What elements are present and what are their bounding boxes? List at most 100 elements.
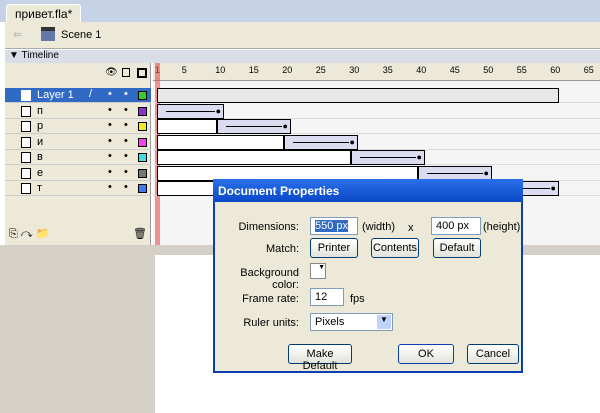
layer-icon: [21, 167, 31, 179]
add-layer-icons[interactable]: ⎘ ↷ 📁: [9, 227, 49, 241]
fps-label: fps: [350, 293, 365, 305]
lock-dot[interactable]: •: [124, 166, 128, 178]
ruler-tick: 65: [583, 65, 594, 75]
work-area-left: [0, 245, 155, 413]
layer-color-swatch[interactable]: [138, 122, 147, 131]
frame-row[interactable]: ●: [153, 150, 600, 165]
layer-name: и: [37, 135, 44, 148]
layer-color-swatch[interactable]: [138, 168, 147, 178]
match-label: Match:: [265, 243, 299, 255]
motion-tween[interactable]: ●: [217, 119, 291, 134]
layer-row[interactable]: в • •: [5, 150, 151, 165]
frame-row[interactable]: [153, 88, 600, 103]
ruler-units-select[interactable]: Pixels ▼: [310, 313, 393, 331]
frame-rate-input[interactable]: 12: [310, 288, 344, 306]
ruler-tick: 35: [382, 65, 393, 75]
timeline-title: Timeline: [21, 50, 59, 61]
static-frames[interactable]: [157, 150, 352, 165]
visibility-dot[interactable]: •: [108, 181, 112, 193]
ruler-tick: 20: [282, 65, 293, 75]
layer-row[interactable]: п • •: [5, 104, 151, 119]
width-input[interactable]: 550 px: [310, 217, 358, 235]
document-tab[interactable]: привет.fla*: [6, 4, 82, 22]
visibility-dot[interactable]: •: [108, 104, 112, 116]
background-color-label: Background color:: [240, 267, 299, 291]
ruler-tick: 30: [349, 65, 360, 75]
ruler-tick: 50: [483, 65, 494, 75]
frame-rate-label: Frame rate:: [242, 293, 299, 305]
layer-row[interactable]: т • •: [5, 181, 151, 196]
cancel-button[interactable]: Cancel: [467, 344, 519, 364]
contents-button[interactable]: Contents: [371, 238, 419, 258]
background-color-swatch[interactable]: ▼: [310, 263, 326, 279]
frame-row[interactable]: ●: [153, 103, 600, 119]
trash-icon[interactable]: 🗑: [133, 227, 147, 240]
layer-color-swatch[interactable]: [138, 153, 147, 162]
ruler-units-value: Pixels: [315, 316, 345, 328]
static-frames[interactable]: [157, 119, 218, 134]
layer-name: в: [37, 151, 43, 163]
ruler-tick: 60: [550, 65, 561, 75]
layer-name: е: [37, 166, 44, 179]
motion-tween[interactable]: ●: [157, 103, 224, 119]
layer-name: п: [37, 104, 43, 117]
layer-icon: [21, 90, 31, 101]
width-value: 550 px: [315, 220, 349, 232]
width-label: (width): [362, 221, 396, 233]
motion-tween[interactable]: ●: [351, 150, 425, 165]
scene-bar: ⇐ Scene 1: [5, 22, 600, 49]
back-arrow-icon[interactable]: ⇐: [13, 28, 22, 41]
layer-row[interactable]: Layer 1 / • •: [5, 88, 151, 103]
ruler-tick: 25: [315, 65, 326, 75]
ruler-tick: 5: [181, 65, 187, 75]
lock-dot[interactable]: •: [124, 181, 128, 193]
document-properties-dialog: Document Properties Dimensions: 550 px (…: [213, 179, 523, 373]
layer-color-swatch[interactable]: [138, 137, 147, 147]
ruler-tick: 45: [449, 65, 460, 75]
lock-dot[interactable]: •: [124, 104, 128, 116]
height-input[interactable]: 400 px: [431, 217, 481, 235]
make-default-button[interactable]: Make Default: [288, 344, 352, 372]
visibility-dot[interactable]: •: [108, 166, 112, 178]
layer-row[interactable]: и • •: [5, 135, 151, 150]
ruler-tick: 10: [215, 65, 226, 75]
outline-icon[interactable]: [137, 68, 147, 78]
frame-ruler[interactable]: 15101520253035404550556065: [153, 63, 600, 81]
layer-name: Layer 1: [37, 89, 74, 101]
lock-dot[interactable]: •: [124, 119, 128, 131]
static-frames[interactable]: [157, 134, 285, 150]
pencil-icon: /: [89, 88, 93, 100]
layer-color-swatch[interactable]: [138, 184, 147, 193]
layer-row[interactable]: е • •: [5, 166, 151, 181]
ruler-tick: 40: [416, 65, 427, 75]
lock-icon[interactable]: [122, 68, 130, 77]
ruler-tick: 55: [516, 65, 527, 75]
motion-tween[interactable]: ●: [284, 134, 358, 150]
visibility-dot[interactable]: •: [108, 135, 112, 147]
layer-icon: [21, 183, 31, 194]
layer-color-swatch[interactable]: [138, 91, 147, 100]
frame-span[interactable]: [157, 88, 559, 103]
lock-dot[interactable]: •: [124, 135, 128, 147]
dimensions-label: Dimensions:: [238, 221, 299, 233]
visibility-dot[interactable]: •: [108, 150, 112, 162]
layer-icon: [21, 136, 31, 148]
frame-row[interactable]: ●: [153, 134, 600, 150]
layer-list: 👁 Layer 1 / • • п • • р • • и • • в • • е • • т • • ⎘ ↷ 📁 🗑: [5, 63, 151, 245]
lock-dot[interactable]: •: [124, 150, 128, 162]
chevron-down-icon[interactable]: ▼: [377, 315, 391, 329]
x-label: x: [408, 222, 414, 234]
scene-label[interactable]: Scene 1: [61, 29, 101, 41]
timeline-header[interactable]: ▼ Timeline: [5, 50, 600, 63]
layer-color-swatch[interactable]: [138, 106, 147, 116]
lock-dot[interactable]: •: [124, 88, 128, 100]
printer-button[interactable]: Printer: [310, 238, 358, 258]
default-button[interactable]: Default: [433, 238, 481, 258]
ok-button[interactable]: OK: [398, 344, 454, 364]
eye-icon[interactable]: 👁: [105, 67, 118, 78]
visibility-dot[interactable]: •: [108, 88, 112, 100]
frame-row[interactable]: ●: [153, 119, 600, 134]
visibility-dot[interactable]: •: [108, 119, 112, 131]
layer-row[interactable]: р • •: [5, 119, 151, 134]
layer-name: р: [37, 120, 44, 132]
